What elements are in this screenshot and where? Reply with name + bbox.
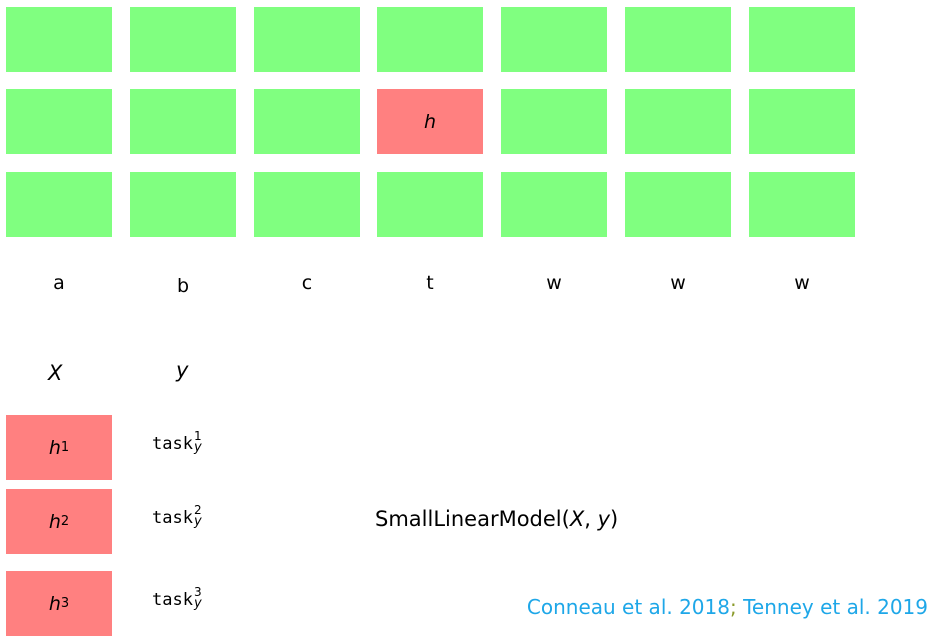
y-header: y bbox=[176, 358, 189, 382]
h-symbol: h bbox=[48, 592, 61, 615]
hidden-state-cell bbox=[6, 7, 112, 72]
model-y: y bbox=[597, 507, 611, 531]
hidden-state-cell bbox=[130, 89, 236, 154]
model-name: SmallLinearModel bbox=[375, 507, 562, 531]
paren-open: ( bbox=[561, 507, 570, 531]
token-label: w bbox=[546, 272, 562, 294]
token-label: w bbox=[794, 272, 810, 294]
citation-conneau[interactable]: Conneau et al. 2018 bbox=[527, 595, 730, 619]
token-label: t bbox=[426, 272, 434, 294]
token-label: a bbox=[53, 272, 65, 294]
task-label: task 1 y bbox=[152, 430, 202, 456]
hidden-state-cell bbox=[625, 89, 731, 154]
h-subscript: 3 bbox=[60, 596, 70, 611]
hidden-state-cell bbox=[501, 172, 607, 237]
hidden-state-cell bbox=[6, 89, 112, 154]
probe-hidden-state: h1 bbox=[6, 415, 112, 480]
highlighted-hidden-state: h bbox=[377, 89, 483, 154]
hidden-state-cell bbox=[625, 7, 731, 72]
hidden-state-cell bbox=[625, 172, 731, 237]
paren-close: ) bbox=[610, 507, 619, 531]
hidden-state-cell bbox=[377, 172, 483, 237]
citation-separator: ; bbox=[729, 595, 737, 619]
token-label: b bbox=[176, 275, 190, 297]
hidden-state-cell bbox=[501, 7, 607, 72]
model-x: X bbox=[569, 507, 585, 531]
h-subscript: 2 bbox=[60, 514, 70, 529]
h-subscript: 1 bbox=[60, 440, 70, 455]
hidden-state-cell bbox=[130, 7, 236, 72]
h-symbol: h bbox=[48, 510, 61, 533]
task-subscript: y bbox=[193, 514, 202, 529]
task-label: task 3 y bbox=[152, 586, 202, 612]
probe-hidden-state: h3 bbox=[6, 571, 112, 636]
hidden-state-cell bbox=[749, 172, 855, 237]
hidden-state-cell bbox=[6, 172, 112, 237]
hidden-state-cell bbox=[254, 89, 360, 154]
hidden-state-cell bbox=[501, 89, 607, 154]
hidden-state-cell bbox=[749, 89, 855, 154]
citation: Conneau et al. 2018; Tenney et al. 2019 bbox=[514, 571, 928, 619]
hidden-state-cell bbox=[377, 7, 483, 72]
hidden-state-cell bbox=[749, 7, 855, 72]
task-text: task bbox=[152, 434, 193, 454]
task-text: task bbox=[152, 590, 193, 610]
x-header: X bbox=[48, 361, 63, 385]
model-comma: , bbox=[584, 507, 598, 531]
hidden-state-cell bbox=[254, 172, 360, 237]
citation-tenney[interactable]: Tenney et al. 2019 bbox=[737, 595, 928, 619]
probe-hidden-state: h2 bbox=[6, 489, 112, 554]
hidden-state-cell bbox=[130, 172, 236, 237]
token-label: w bbox=[670, 272, 686, 294]
task-subscript: y bbox=[193, 440, 202, 455]
task-subscript: y bbox=[193, 596, 202, 611]
token-label: c bbox=[301, 272, 313, 294]
task-text: task bbox=[152, 508, 193, 528]
task-label: task 2 y bbox=[152, 504, 202, 530]
model-formula: SmallLinearModel(X, y) bbox=[375, 507, 618, 531]
hidden-state-cell bbox=[254, 7, 360, 72]
h-symbol: h bbox=[48, 436, 61, 459]
